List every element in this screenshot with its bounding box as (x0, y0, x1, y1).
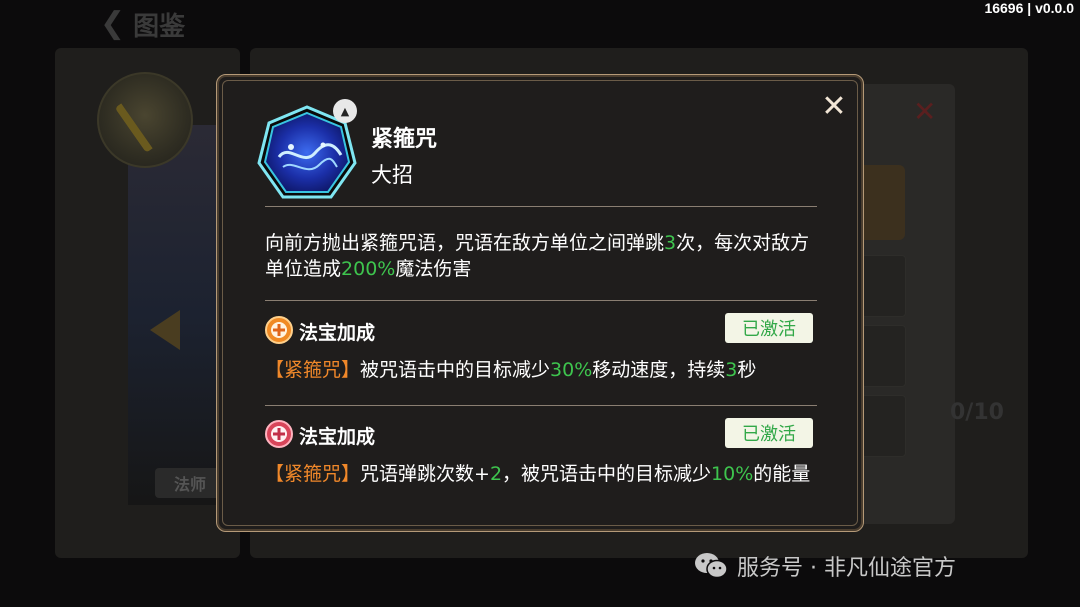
active-badge: 已激活 (725, 418, 813, 448)
skill-type: 大招 (371, 163, 413, 187)
skill-name: 紧箍咒 (371, 127, 438, 152)
skill-description: 向前方抛出紧箍咒语，咒语在敌方单位之间弹跳3次，每次对敌方单位造成200%魔法伤… (265, 232, 810, 280)
divider (265, 300, 817, 301)
close-icon: ✕ (821, 88, 847, 124)
version-label: 16696 | v0.0.0 (984, 0, 1074, 16)
orange-cross-medallion-icon (265, 316, 293, 344)
close-icon[interactable]: ✕ (913, 95, 936, 128)
divider (265, 206, 817, 207)
staff-icon (114, 86, 178, 153)
back-label: 图鉴 (133, 11, 186, 42)
back-button[interactable]: ❮ 图鉴 (100, 6, 185, 42)
triangle-up-icon: ▲ (340, 104, 350, 118)
watermark: 服务号 · 非凡仙途官方 (693, 548, 956, 584)
role-tag: 法师 (155, 468, 225, 498)
skill-detail-dialog: ✕ ▲ 紧箍咒 大招 向前方抛出紧箍咒语，咒语在敌方单位之间弹跳3次，每次对敌方… (216, 74, 864, 532)
divider (265, 405, 817, 406)
counter-label: 0/10 (950, 400, 1004, 425)
collapse-button[interactable]: ▲ (333, 99, 357, 123)
weapon-portrait[interactable] (97, 72, 193, 168)
chevron-left-icon: ❮ (100, 6, 126, 41)
bonus-title: 法宝加成 (299, 426, 376, 448)
red-cross-medallion-icon (265, 420, 293, 448)
bonus-title: 法宝加成 (299, 322, 376, 344)
bonus-description: 【紧箍咒】咒语弹跳次数+2，被咒语击中的目标减少10%的能量 (265, 463, 811, 485)
close-button[interactable]: ✕ (819, 88, 849, 124)
bonus-description: 【紧箍咒】被咒语击中的目标减少30%移动速度，持续3秒 (265, 359, 757, 381)
active-badge: 已激活 (725, 313, 813, 343)
prev-arrow-icon[interactable] (150, 310, 180, 350)
watermark-text: 服务号 · 非凡仙途官方 (737, 556, 956, 581)
wechat-icon (695, 553, 728, 579)
